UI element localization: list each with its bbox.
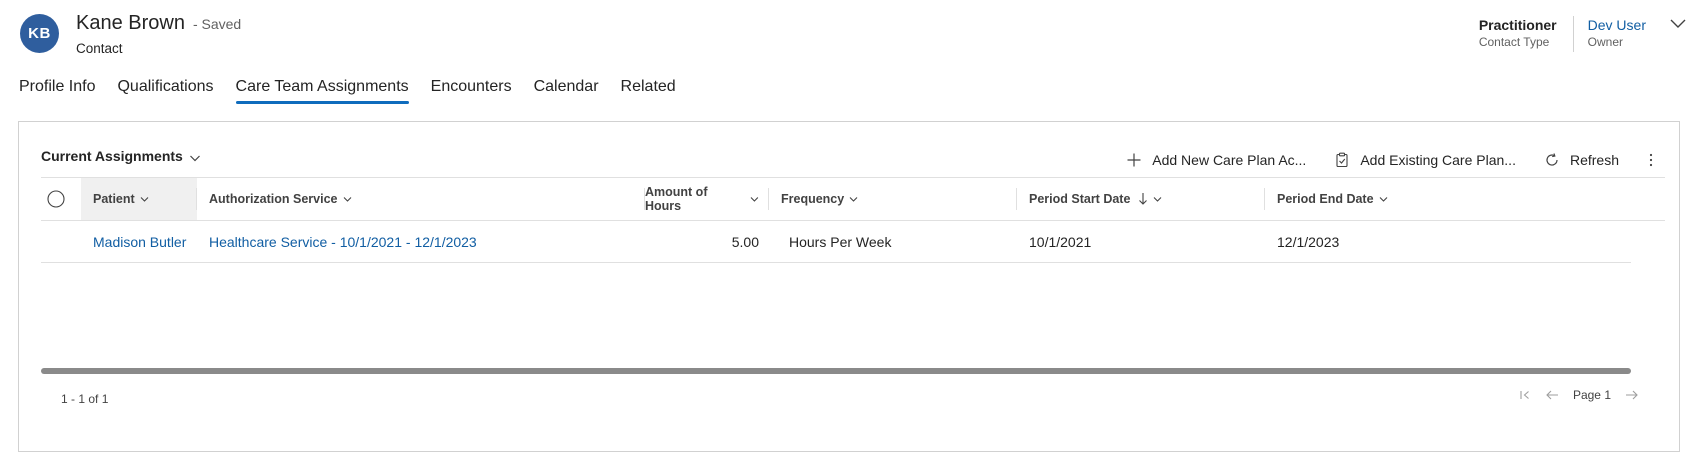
next-page-button[interactable] xyxy=(1625,389,1639,401)
patient-link[interactable]: Madison Butler xyxy=(81,221,197,262)
more-vertical-icon xyxy=(1649,153,1653,167)
command-bar: Add New Care Plan Ac... Add Existing Car… xyxy=(1112,144,1665,176)
chevron-down-icon xyxy=(1670,19,1686,28)
column-label: Patient xyxy=(93,192,135,206)
chevron-down-icon xyxy=(1379,196,1387,202)
frequency-cell: Hours Per Week xyxy=(789,233,892,250)
header-field-owner: Dev User Owner xyxy=(1574,16,1660,52)
refresh-button[interactable]: Refresh xyxy=(1530,144,1633,176)
column-label: Period Start Date xyxy=(1029,192,1131,206)
refresh-icon xyxy=(1546,153,1558,166)
header-field-contact-type: Practitioner Contact Type xyxy=(1465,16,1574,52)
subgrid-header: Current Assignments Add New Care Plan Ac… xyxy=(41,144,1665,176)
authorization-service-link[interactable]: Healthcare Service - 10/1/2021 - 12/1/20… xyxy=(197,221,645,262)
period-start-date-cell: 10/1/2021 xyxy=(1029,233,1092,250)
column-label: Frequency xyxy=(781,192,845,206)
table-row[interactable]: Madison Butler Healthcare Service - 10/1… xyxy=(41,221,1631,263)
record-name: Kane Brown xyxy=(76,12,185,34)
grid-column-headers: Patient Authorization Service Amount of … xyxy=(41,177,1665,221)
column-header-authorization-service[interactable]: Authorization Service xyxy=(197,178,645,220)
tab-encounters[interactable]: Encounters xyxy=(431,78,512,104)
column-label: Amount of Hours xyxy=(645,185,708,213)
chevron-down-icon xyxy=(849,196,858,202)
owner-label: Owner xyxy=(1587,35,1623,49)
owner-link[interactable]: Dev User xyxy=(1588,16,1646,34)
column-header-patient[interactable]: Patient xyxy=(81,178,197,220)
header-expand-button[interactable] xyxy=(1660,16,1696,52)
circle-checkbox-icon xyxy=(47,190,65,208)
add-new-care-plan-button[interactable]: Add New Care Plan Ac... xyxy=(1112,144,1320,176)
period-end-date-cell: 12/1/2023 xyxy=(1277,233,1340,250)
column-header-period-end-date[interactable]: Period End Date xyxy=(1265,178,1505,220)
amount-of-hours-cell: 5.00 xyxy=(731,233,759,250)
horizontal-scrollbar[interactable] xyxy=(41,368,1631,374)
chevron-down-icon xyxy=(343,196,351,202)
sort-descending-icon xyxy=(1139,193,1148,205)
title-row: Kane Brown - Saved xyxy=(76,12,241,35)
column-label: Authorization Service xyxy=(209,192,338,206)
add-new-care-plan-label: Add New Care Plan Ac... xyxy=(1152,152,1307,168)
view-selector[interactable]: Current Assignments xyxy=(41,148,201,164)
first-page-button[interactable] xyxy=(1519,389,1531,401)
tab-qualifications[interactable]: Qualifications xyxy=(117,78,213,104)
refresh-label: Refresh xyxy=(1569,152,1619,168)
tab-list: Profile Info Qualifications Care Team As… xyxy=(19,78,698,104)
chevron-down-icon xyxy=(140,196,149,202)
tab-profile-info[interactable]: Profile Info xyxy=(19,78,95,104)
pagination: Page 1 xyxy=(1519,388,1639,402)
chevron-down-icon xyxy=(189,155,200,161)
subgrid-panel: Current Assignments Add New Care Plan Ac… xyxy=(18,121,1680,452)
tab-related[interactable]: Related xyxy=(621,78,676,104)
chevron-down-icon xyxy=(750,196,759,202)
column-label: Period End Date xyxy=(1277,192,1374,206)
column-header-amount-of-hours[interactable]: Amount of Hours xyxy=(645,178,769,220)
record-count: 1 - 1 of 1 xyxy=(61,392,109,406)
add-existing-care-plan-button[interactable]: Add Existing Care Plan... xyxy=(1320,144,1530,176)
save-status: - Saved xyxy=(192,16,242,32)
view-name: Current Assignments xyxy=(41,148,183,164)
header-fields: Practitioner Contact Type Dev User Owner xyxy=(1465,16,1700,52)
clipboard-icon xyxy=(1336,152,1348,168)
add-existing-care-plan-label: Add Existing Care Plan... xyxy=(1360,152,1516,168)
arrow-right-icon xyxy=(1626,390,1638,400)
page-indicator: Page 1 xyxy=(1572,388,1611,402)
previous-page-button[interactable] xyxy=(1545,389,1559,401)
tab-care-team-assignments[interactable]: Care Team Assignments xyxy=(235,78,409,104)
contact-type-label: Contact Type xyxy=(1478,35,1550,49)
column-header-frequency[interactable]: Frequency xyxy=(769,178,1017,220)
record-header: KB Kane Brown - Saved Contact Practition… xyxy=(0,0,1700,64)
avatar: KB xyxy=(20,14,59,53)
select-all-checkbox[interactable] xyxy=(41,178,81,220)
tab-calendar[interactable]: Calendar xyxy=(534,78,599,104)
care-team-grid: Patient Authorization Service Amount of … xyxy=(41,177,1665,263)
arrow-left-icon xyxy=(1546,390,1558,400)
more-commands-button[interactable] xyxy=(1633,144,1665,176)
chevron-down-icon xyxy=(1154,196,1162,202)
contact-type-value: Practitioner xyxy=(1478,17,1557,33)
column-header-period-start-date[interactable]: Period Start Date xyxy=(1017,178,1265,220)
first-page-icon xyxy=(1520,391,1529,399)
plus-icon xyxy=(1127,153,1141,167)
entity-type: Contact xyxy=(76,41,123,56)
